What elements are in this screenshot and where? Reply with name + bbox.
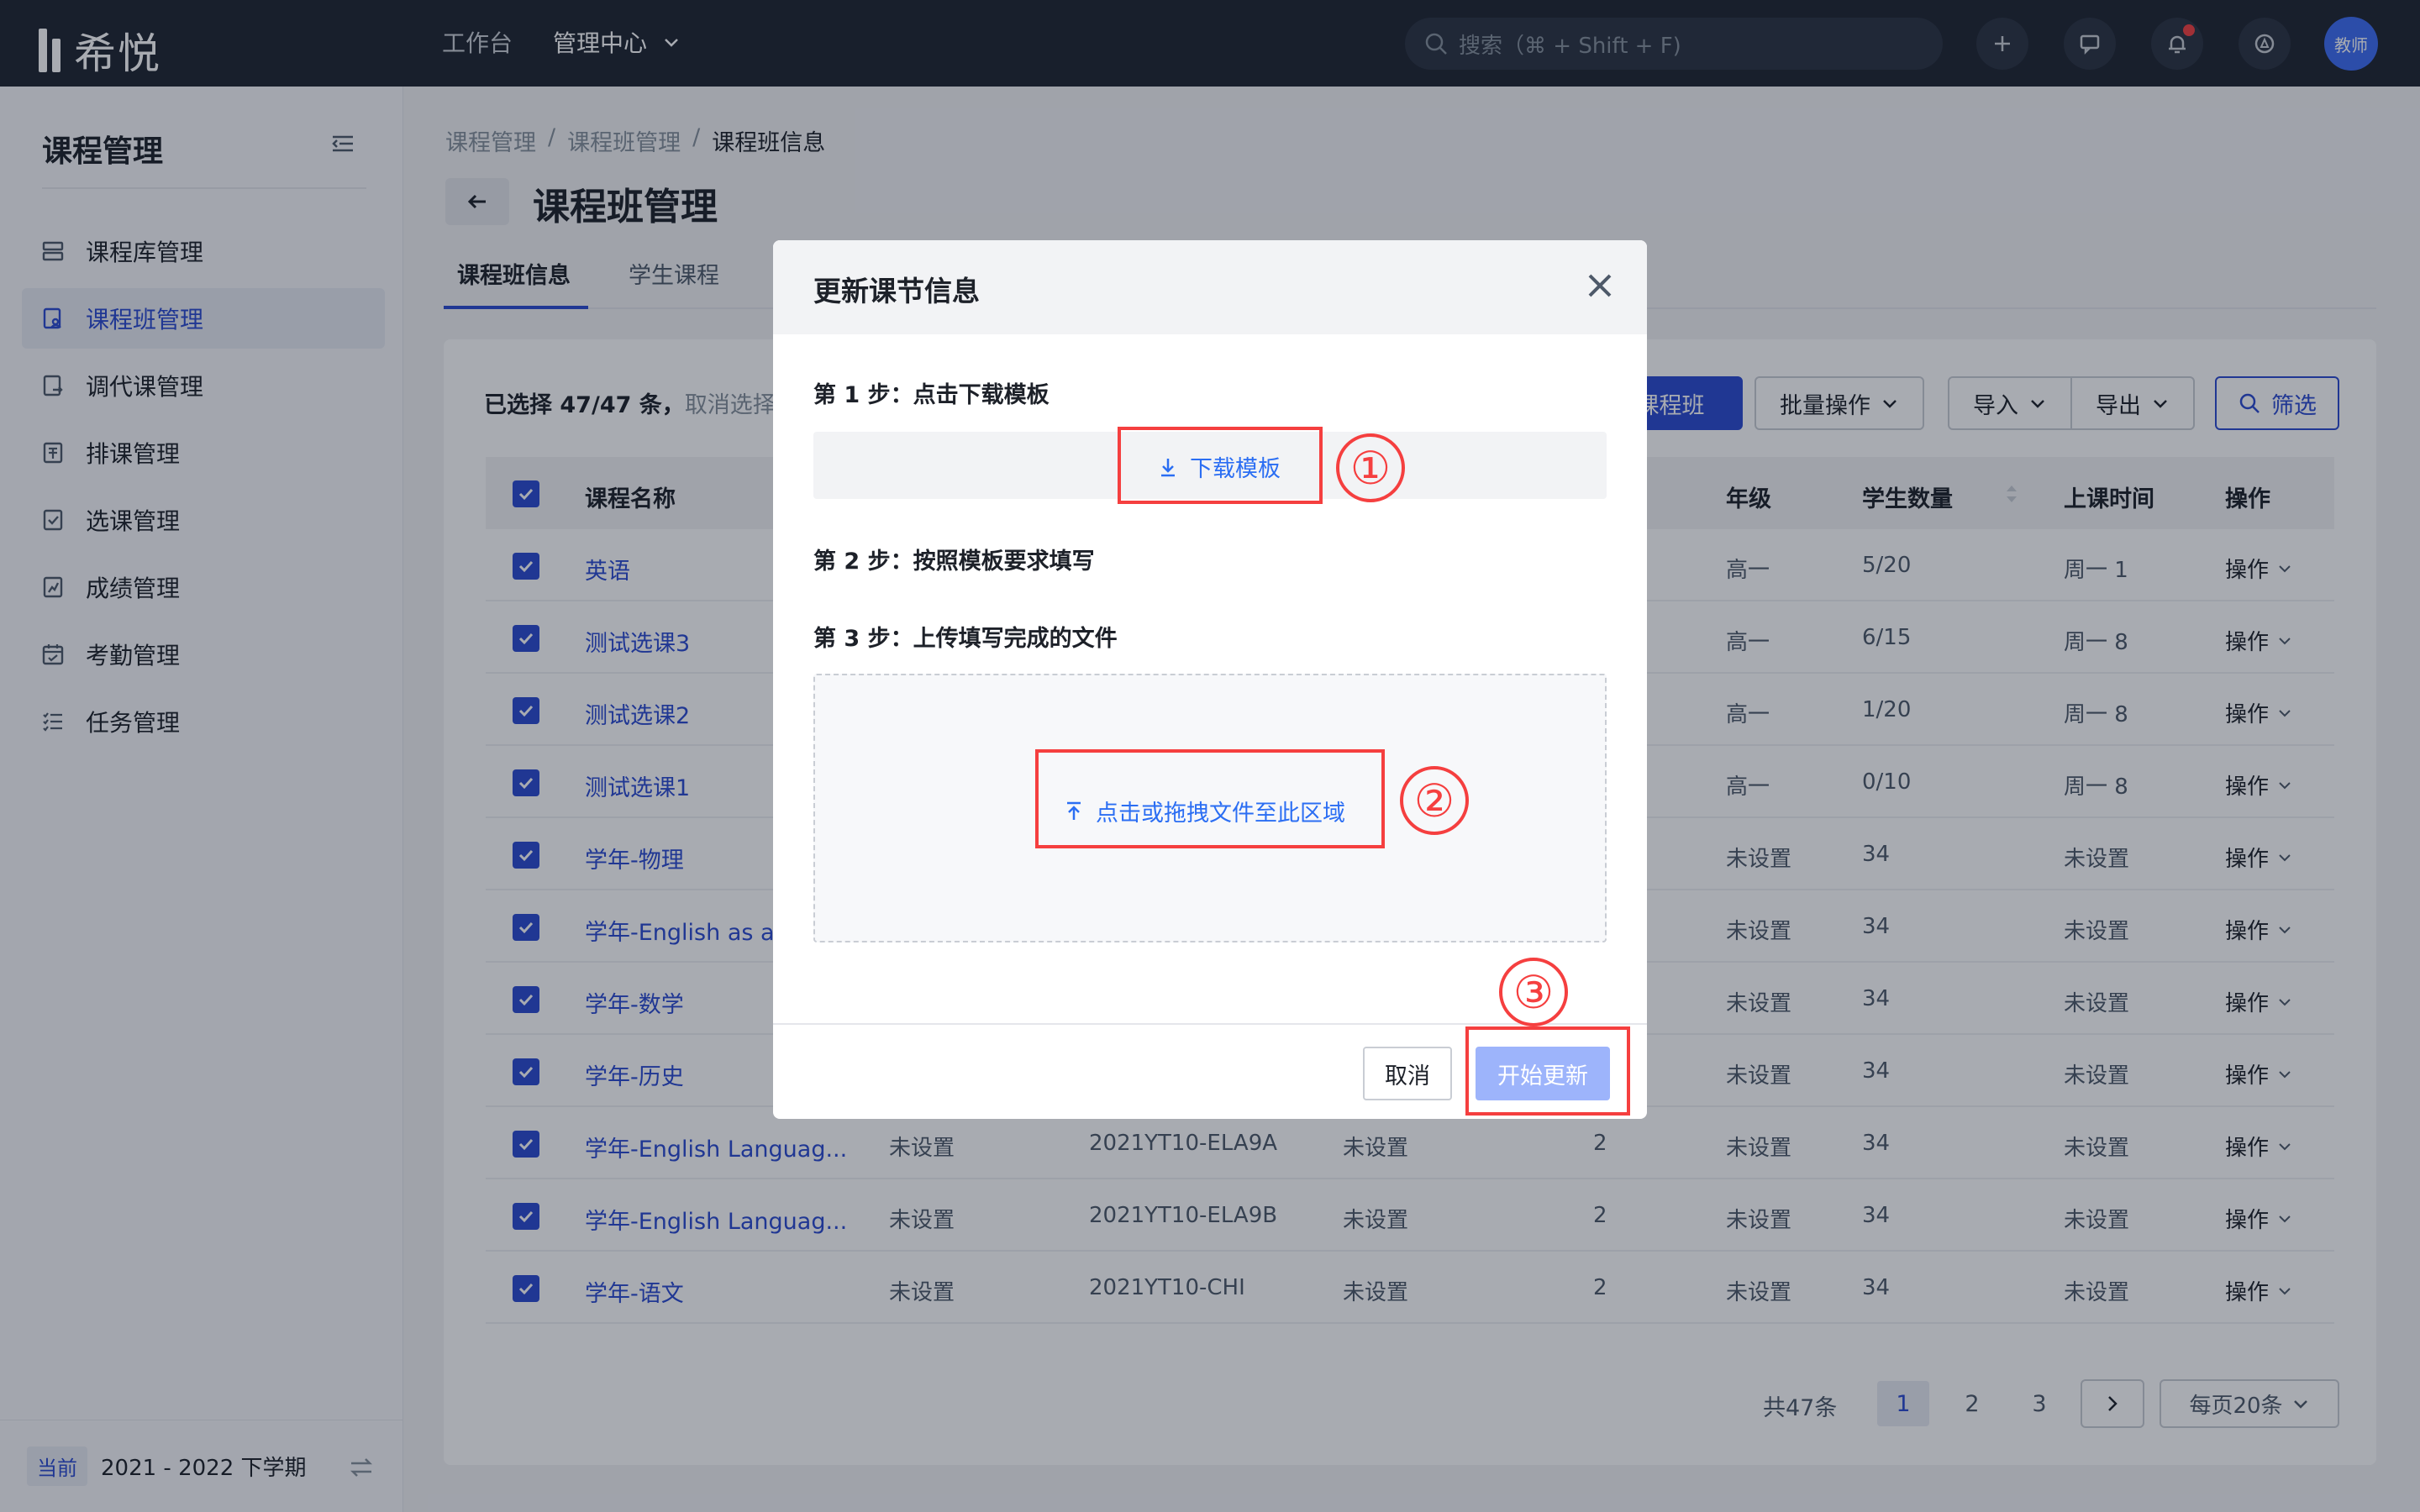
annotation-number-2: ②	[1400, 766, 1469, 835]
dialog-header: 更新课节信息	[773, 240, 1647, 334]
cancel-button[interactable]: 取消	[1363, 1047, 1452, 1100]
close-icon[interactable]	[1583, 269, 1617, 302]
step-2-label: 第 2 步：按照模板要求填写	[813, 549, 1095, 575]
annotation-number-1: ①	[1336, 433, 1405, 502]
annotation-number-3: ③	[1499, 958, 1568, 1026]
step-1-label: 第 1 步：点击下载模板	[813, 382, 1050, 408]
annotation-box-start	[1465, 1026, 1630, 1116]
annotation-box-upload	[1035, 749, 1385, 848]
dialog-title: 更新课节信息	[813, 275, 980, 307]
step-3-label: 第 3 步：上传填写完成的文件	[813, 626, 1118, 652]
annotation-box-download	[1118, 427, 1323, 504]
